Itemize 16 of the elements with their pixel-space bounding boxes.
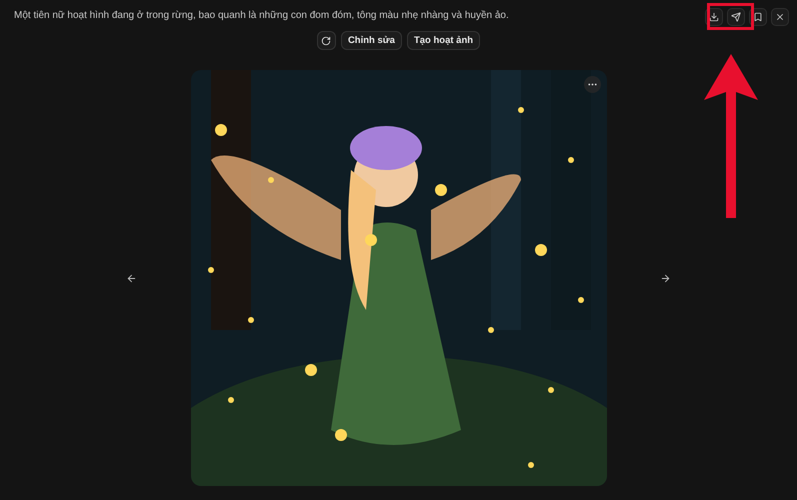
download-icon — [709, 12, 719, 22]
share-button[interactable] — [727, 8, 745, 26]
close-icon — [775, 12, 785, 22]
refresh-icon — [321, 36, 332, 46]
arrow-left-icon — [126, 272, 137, 284]
edit-button[interactable]: Chỉnh sửa — [340, 31, 402, 50]
bookmark-icon — [753, 12, 763, 22]
next-button[interactable] — [660, 272, 671, 284]
arrow-right-icon — [660, 272, 671, 284]
paper-plane-icon — [731, 12, 741, 22]
prompt-text: Một tiên nữ hoạt hình đang ở trong rừng, bao quanh là những con đom đóm, tông màu nhẹ nhàng và huyền ảo. — [14, 10, 509, 21]
regenerate-button[interactable] — [316, 31, 336, 50]
animate-button[interactable]: Tạo hoạt ảnh — [406, 31, 480, 50]
previous-button[interactable] — [126, 272, 137, 284]
close-button[interactable] — [771, 8, 789, 26]
highlight-box — [707, 3, 754, 30]
